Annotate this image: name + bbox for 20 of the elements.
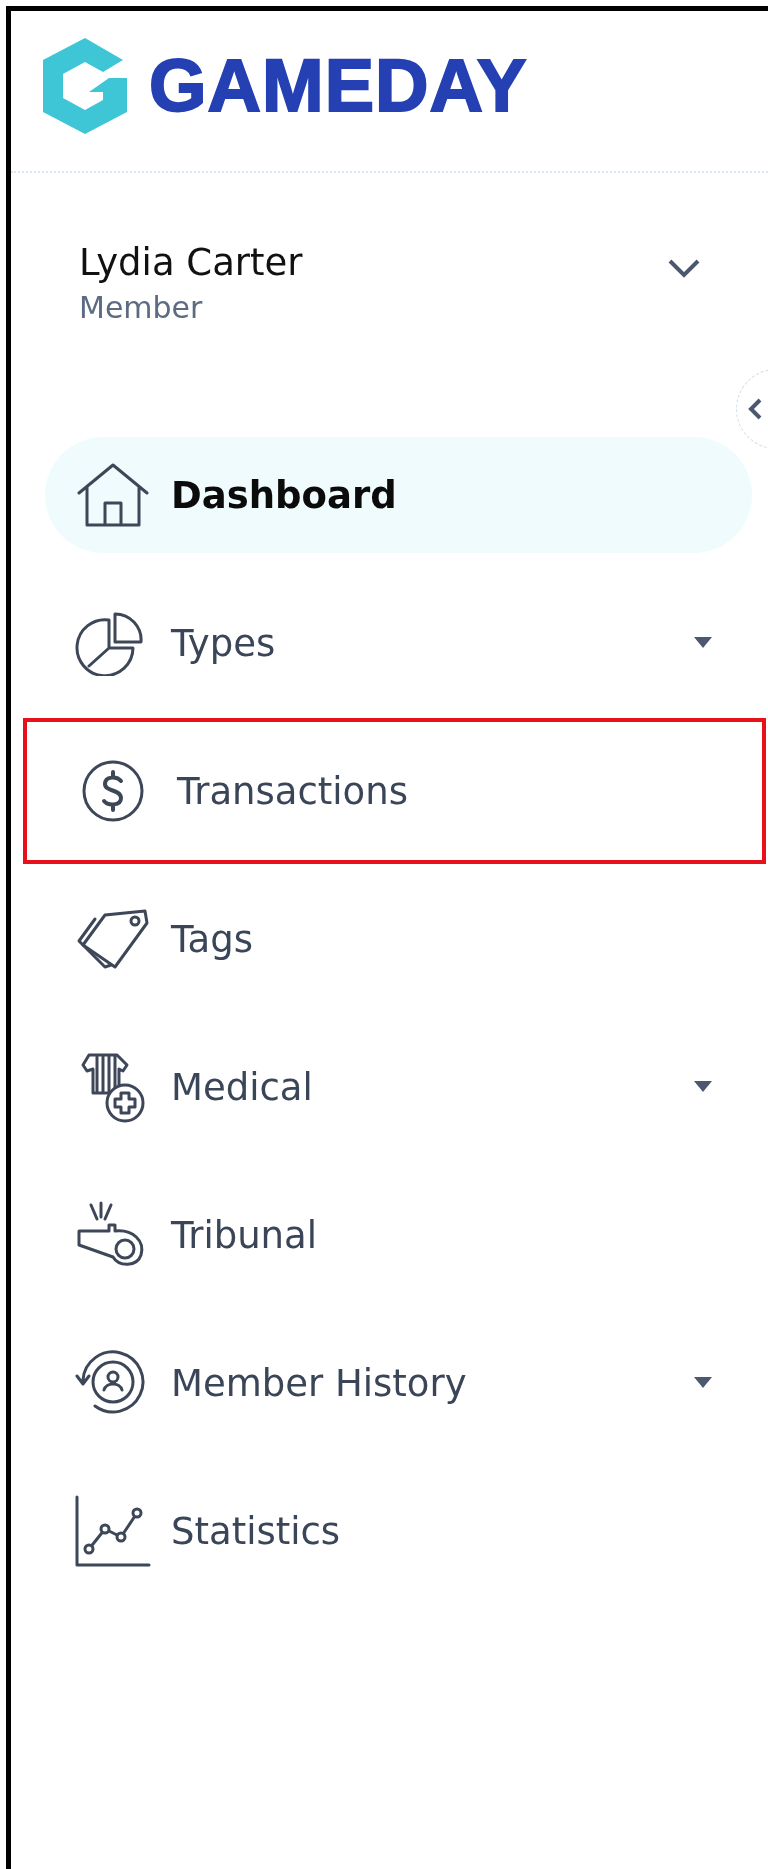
nav-item[interactable]: Dashboard (45, 437, 752, 553)
nav-item[interactable]: Tags (45, 881, 752, 997)
nav-item[interactable]: Member History (45, 1325, 752, 1441)
nav-item[interactable]: Tribunal (45, 1177, 752, 1293)
logo-text: GAMEDAY (149, 49, 528, 123)
user-role: Member (79, 290, 204, 325)
dollar-coin-icon (81, 759, 145, 823)
nav-item[interactable]: Medical (45, 1029, 752, 1145)
chevron-down-icon (666, 257, 702, 279)
pie-chart-icon (75, 610, 143, 676)
logo-icon (43, 38, 127, 134)
user-name: Lydia Carter (79, 241, 303, 284)
chevron-left-icon (747, 397, 763, 421)
tags-icon (75, 907, 151, 971)
history-user-icon (75, 1350, 147, 1416)
nav-item[interactable]: Types (45, 585, 752, 701)
nav-item[interactable]: Transactions (23, 718, 766, 864)
nav-item[interactable]: Statistics (45, 1473, 752, 1589)
house-icon (75, 461, 151, 529)
line-chart-icon (75, 1495, 151, 1567)
